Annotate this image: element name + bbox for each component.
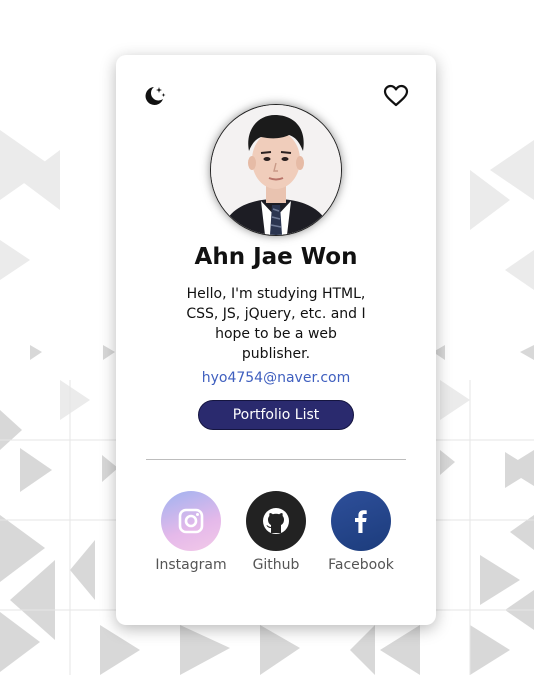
profile-card: Ahn Jae Won Hello, I'm studying HTML, CS… [116,55,436,625]
facebook-icon [331,491,391,551]
facebook-link[interactable]: Facebook [316,491,406,573]
profile-name: Ahn Jae Won [194,244,358,270]
profile-photo [211,105,341,235]
github-link[interactable]: Github [231,491,321,573]
portfolio-list-button[interactable]: Portfolio List [198,400,354,430]
divider [146,459,406,460]
instagram-label: Instagram [155,557,227,573]
facebook-label: Facebook [328,557,394,573]
moon-stars-icon[interactable] [142,83,168,109]
instagram-icon [161,491,221,551]
github-label: Github [252,557,300,573]
avatar [211,105,341,235]
email-link[interactable]: hyo4754@naver.com [116,370,436,386]
heart-outline-icon[interactable] [383,83,409,109]
github-icon [246,491,306,551]
profile-bio: Hello, I'm studying HTML, CSS, JS, jQuer… [186,286,366,362]
instagram-link[interactable]: Instagram [146,491,236,573]
